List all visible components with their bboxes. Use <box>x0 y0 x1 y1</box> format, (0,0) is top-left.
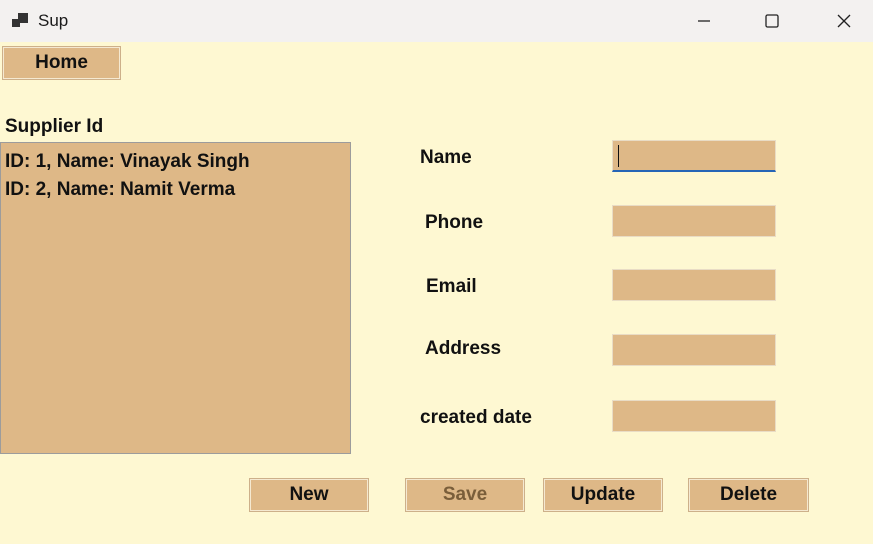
home-button[interactable]: Home <box>2 46 121 80</box>
address-label: Address <box>425 338 502 359</box>
minimize-icon <box>698 20 710 22</box>
phone-field[interactable] <box>612 205 776 237</box>
new-button[interactable]: New <box>249 478 369 512</box>
supplier-listbox[interactable]: ID: 1, Name: Vinayak Singh ID: 2, Name: … <box>0 142 351 454</box>
app-icon <box>12 13 28 27</box>
created-date-label: created date <box>420 407 532 428</box>
list-item[interactable]: ID: 1, Name: Vinayak Singh <box>5 148 346 176</box>
form-client-area: Home Supplier Id ID: 1, Name: Vinayak Si… <box>0 42 873 544</box>
maximize-button[interactable] <box>743 0 801 42</box>
title-bar: Sup <box>0 0 873 42</box>
name-label: Name <box>420 147 472 168</box>
address-field[interactable] <box>612 334 776 366</box>
name-field[interactable] <box>612 140 776 172</box>
update-button[interactable]: Update <box>543 478 663 512</box>
close-icon <box>837 14 851 28</box>
text-caret <box>618 145 619 167</box>
list-item[interactable]: ID: 2, Name: Namit Verma <box>5 176 346 204</box>
close-button[interactable] <box>815 0 873 42</box>
phone-label: Phone <box>425 212 484 233</box>
minimize-button[interactable] <box>675 0 733 42</box>
created-date-field[interactable] <box>612 400 776 432</box>
email-label: Email <box>426 276 477 297</box>
window-title: Sup <box>38 11 69 30</box>
email-field[interactable] <box>612 269 776 301</box>
delete-button[interactable]: Delete <box>688 478 809 512</box>
maximize-icon <box>765 14 779 28</box>
supplier-id-label: Supplier Id <box>5 116 104 137</box>
save-button[interactable]: Save <box>405 478 525 512</box>
